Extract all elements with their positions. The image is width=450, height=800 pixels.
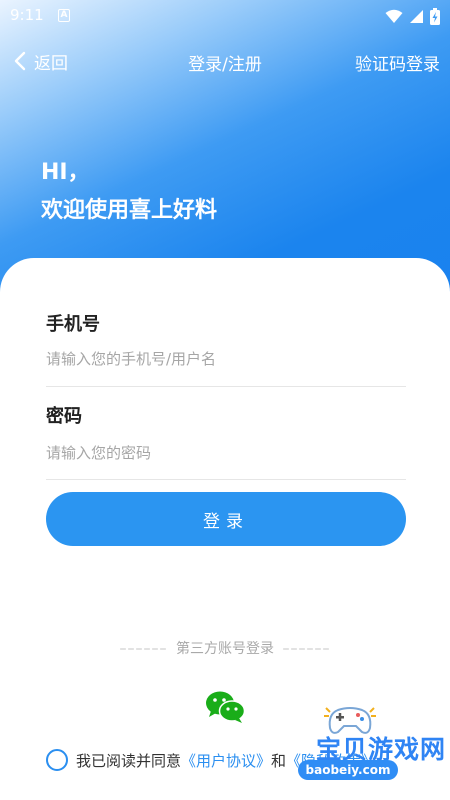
wifi-icon	[385, 9, 403, 23]
status-time: 9:11	[10, 6, 44, 24]
status-bar: 9:11 A	[0, 0, 450, 32]
agreement-checkbox[interactable]	[46, 749, 68, 771]
phone-divider	[46, 386, 406, 387]
password-divider	[46, 479, 406, 480]
password-input[interactable]	[46, 438, 406, 468]
third-party-divider: –––––– 第三方账号登录 ––––––	[0, 638, 450, 658]
phone-input[interactable]	[46, 344, 406, 374]
login-button[interactable]: 登录	[46, 492, 406, 546]
wechat-icon	[206, 691, 246, 723]
third-party-label: 第三方账号登录	[176, 641, 274, 657]
dash-right: ––––––	[282, 641, 331, 657]
greeting-line-2: 欢迎使用喜上好料	[41, 198, 218, 223]
user-agreement-link[interactable]: 《用户协议》	[181, 750, 271, 771]
dash-left: ––––––	[119, 641, 168, 657]
privacy-policy-link[interactable]: 《隐私政策》	[286, 750, 376, 771]
back-label: 返回	[34, 53, 68, 74]
password-label: 密码	[46, 406, 82, 427]
back-button[interactable]: 返回	[14, 48, 68, 74]
greeting: HI， 欢迎使用喜上好料	[41, 154, 217, 230]
sms-code-login-link[interactable]: 验证码登录	[355, 50, 440, 75]
chevron-left-icon	[14, 51, 26, 71]
a-badge-icon: A	[58, 9, 70, 22]
agreement-and: 和	[271, 751, 287, 770]
wechat-login-button[interactable]	[205, 690, 247, 724]
agreement-prefix: 我已阅读并同意	[76, 751, 182, 770]
agreement-row: 我已阅读并同意 《用户协议》 和 《隐私政策》	[46, 748, 376, 772]
battery-icon	[430, 7, 440, 25]
phone-label: 手机号	[46, 314, 100, 335]
hero-header	[0, 0, 450, 300]
login-card: 手机号 密码 登录 –––––– 第三方账号登录 –––––– 我已阅读并同意 …	[0, 258, 450, 800]
signal-icon	[410, 9, 423, 23]
status-icons	[385, 7, 440, 25]
greeting-line-1: HI，	[41, 160, 90, 185]
